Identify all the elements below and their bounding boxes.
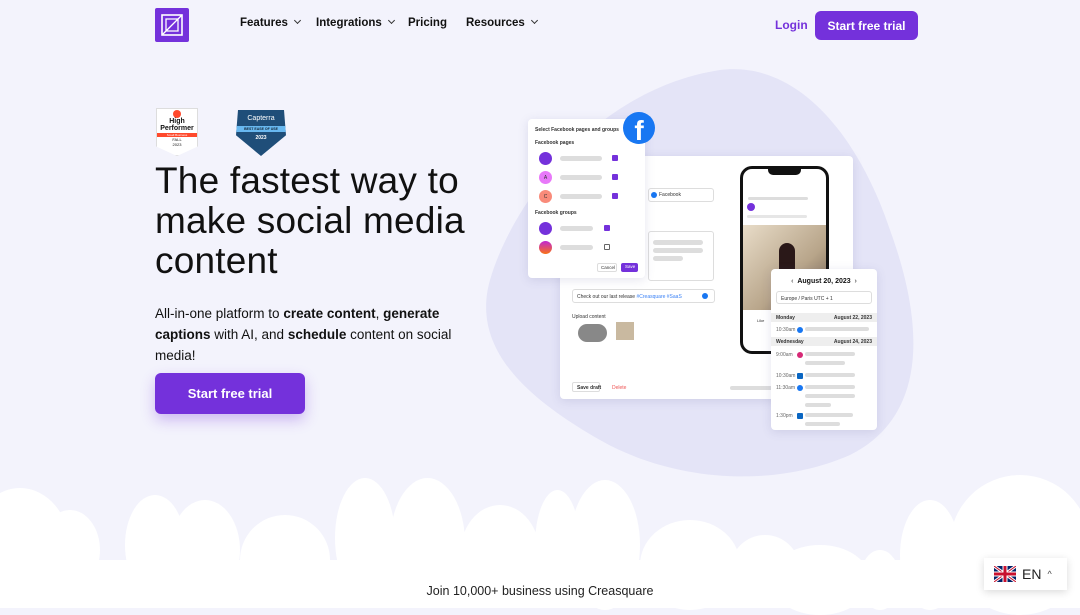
logo[interactable]: [155, 8, 189, 42]
capterra-year: 2023: [255, 135, 267, 141]
facebook-icon: [797, 385, 803, 391]
hero-title: The fastest way to make social media con…: [155, 160, 465, 281]
upload-button: [578, 324, 607, 342]
caption-field: Check out our last release #Creasquare #…: [572, 289, 715, 303]
g2-badge: High Performer Small Business FALL 2023: [156, 108, 198, 156]
pages-label: Facebook pages: [535, 140, 575, 146]
capterra-band: BEST EASE OF USE: [236, 126, 286, 132]
logo-mark-icon: [161, 14, 183, 36]
delete-label: Delete: [612, 385, 627, 391]
language-selector[interactable]: EN ^: [984, 558, 1067, 590]
facebook-icon: [702, 293, 708, 299]
hero-start-trial-button[interactable]: Start free trial: [155, 373, 305, 414]
page-avatar: [539, 152, 552, 165]
schedule-calendar: ‹ August 20, 2023 › Europe / Paris UTC +…: [771, 269, 877, 430]
language-code: EN: [1022, 566, 1042, 582]
calendar-date: August 20, 2023: [797, 278, 851, 285]
day: Wednesday: [776, 339, 804, 345]
nav-label: Features: [240, 17, 288, 29]
upload-label: Upload content: [572, 314, 606, 320]
page-avatar: A: [539, 171, 552, 184]
chevron-down-icon: [293, 16, 301, 25]
like-label: Like: [757, 318, 765, 323]
sub-text: with AI, and: [210, 327, 288, 342]
checkbox-checked: [604, 225, 610, 231]
timezone: Europe / Paris UTC + 1: [781, 296, 833, 302]
g2-logo-icon: [173, 110, 181, 118]
caption-text: Check out our last release: [577, 294, 637, 300]
day-row: Monday August 22, 2023: [771, 313, 877, 322]
nav-integrations[interactable]: Integrations: [316, 16, 395, 29]
slot-time: 1:30pm: [776, 413, 793, 419]
day-row: Wednesday August 24, 2023: [771, 337, 877, 346]
hero-subtitle: All-in-one platform to create content, g…: [155, 303, 475, 366]
social-proof-text: Join 10,000+ business using Creasquare: [426, 584, 654, 598]
popup-title: Select Facebook pages and groups: [535, 127, 619, 133]
g2-title: High Performer: [160, 118, 194, 132]
capterra-badge: Capterra BEST EASE OF USE 2023: [236, 110, 286, 156]
day: Monday: [776, 315, 795, 321]
sub-bold: schedule: [287, 327, 347, 342]
nav-label: Pricing: [408, 17, 447, 29]
checkbox-checked: [612, 174, 618, 180]
facebook-logo-icon: f: [623, 112, 655, 144]
cancel-button: Cancel: [597, 263, 617, 272]
linkedin-icon: [797, 413, 803, 419]
slot-time: 10:30am: [776, 327, 796, 333]
channel-select: Facebook: [648, 188, 714, 202]
capterra-brand: Capterra: [247, 115, 275, 122]
nav-label: Integrations: [316, 17, 382, 29]
groups-label: Facebook groups: [535, 210, 577, 216]
login-link[interactable]: Login: [775, 18, 808, 32]
checkbox-unchecked: [604, 244, 610, 250]
facebook-icon: [651, 192, 657, 198]
nav-resources[interactable]: Resources: [466, 16, 538, 29]
hashtags: #Creasquare #SaaS: [636, 294, 682, 300]
chevron-up-icon: ^: [1047, 569, 1052, 579]
nav-pricing[interactable]: Pricing: [408, 17, 447, 29]
sub-text: All-in-one platform to: [155, 306, 284, 321]
g2-year: 2023: [172, 142, 182, 147]
checkbox-checked: [612, 193, 618, 199]
slot-time: 9:00am: [776, 352, 793, 358]
sub-bold: create content: [283, 306, 376, 321]
date: August 22, 2023: [833, 315, 872, 321]
uk-flag-icon: [994, 566, 1016, 582]
calendar-header: ‹ August 20, 2023 ›: [771, 278, 877, 285]
group-avatar: [539, 241, 552, 254]
nav-label: Resources: [466, 17, 525, 29]
chevron-down-icon: [530, 16, 538, 25]
facebook-pages-popup: Select Facebook pages and groups Faceboo…: [528, 119, 645, 278]
linkedin-icon: [797, 373, 803, 379]
sub-text: ,: [375, 306, 384, 321]
header-start-trial-button[interactable]: Start free trial: [815, 11, 918, 40]
slot-time: 10:30am: [776, 373, 796, 379]
save-label: Save: [625, 264, 636, 269]
timezone-select: Europe / Paris UTC + 1: [776, 291, 872, 304]
nav-features[interactable]: Features: [240, 16, 301, 29]
thumbnail: [616, 322, 634, 340]
date: August 24, 2023: [833, 339, 872, 345]
text-area: [648, 231, 714, 281]
channel-chip: Facebook: [659, 192, 681, 198]
slot-time: 11:30am: [776, 385, 796, 391]
group-avatar: [539, 222, 552, 235]
checkbox-checked: [612, 155, 618, 161]
next-icon: ›: [850, 278, 857, 285]
page-avatar: C: [539, 190, 552, 203]
cancel-label: Cancel: [601, 265, 616, 270]
save-draft-button: Save draft: [572, 382, 602, 392]
chevron-down-icon: [387, 16, 395, 25]
save-draft-label: Save draft: [577, 385, 602, 391]
facebook-icon: [797, 327, 803, 333]
instagram-icon: [797, 352, 803, 358]
save-button: Save: [621, 263, 638, 272]
